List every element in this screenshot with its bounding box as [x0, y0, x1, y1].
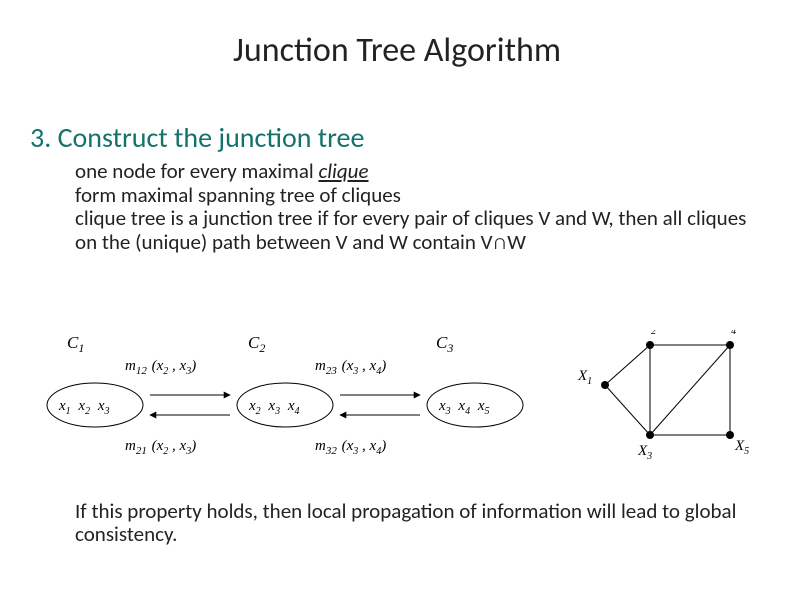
bullet-1-text: one node for every maximal [75, 158, 318, 184]
bullet-1-emph: clique [318, 158, 368, 184]
clique-c2-label: C2 [248, 333, 265, 355]
node-x3 [646, 431, 654, 439]
diagram: C1 x1 x2 x3 C2 x2 x3 x4 C3 x3 x4 x5 [30, 330, 764, 470]
message-m12: m12 (x2 , x3) [125, 358, 196, 378]
step-heading: 3. Construct the junction tree [30, 120, 364, 155]
bullet-1: one node for every maximal clique [75, 160, 760, 184]
clique-c2-vars: x2 x3 x4 [248, 398, 300, 418]
clique-c3-vars: x3 x4 x5 [438, 398, 490, 418]
bullet-3: clique tree is a junction tree if for ev… [75, 207, 760, 254]
node-x4 [726, 341, 734, 349]
graph: X1 X2 X4 X3 X5 [577, 330, 749, 462]
node-x4-label: X4 [721, 330, 736, 337]
slide-title: Junction Tree Algorithm [0, 30, 794, 71]
diagram-svg: C1 x1 x2 x3 C2 x2 x3 x4 C3 x3 x4 x5 [30, 330, 764, 470]
bullet-2: form maximal spanning tree of cliques [75, 184, 760, 208]
slide: Junction Tree Algorithm 3. Construct the… [0, 0, 794, 595]
node-x1-label: X1 [577, 368, 592, 387]
node-x3-label: X3 [637, 443, 652, 462]
closing-text: If this property holds, then local propa… [75, 500, 755, 546]
message-m21: m21 (x2 , x3) [125, 438, 196, 458]
bullet-list: one node for every maximal clique form m… [75, 160, 760, 254]
message-m23: m23 (x3 , x4) [315, 358, 386, 378]
clique-c1-label: C1 [67, 333, 84, 355]
node-x1 [601, 381, 609, 389]
clique-c1-vars: x1 x2 x3 [58, 398, 110, 418]
node-x2 [646, 341, 654, 349]
node-x2-label: X2 [641, 330, 656, 337]
edge-x1-x3 [605, 385, 650, 435]
node-x5-label: X5 [734, 438, 749, 457]
edge-x3-x4 [650, 345, 730, 435]
message-m32: m32 (x3 , x4) [315, 438, 386, 458]
edge-x1-x2 [605, 345, 650, 385]
clique-c3-label: C3 [436, 333, 453, 355]
node-x5 [726, 431, 734, 439]
